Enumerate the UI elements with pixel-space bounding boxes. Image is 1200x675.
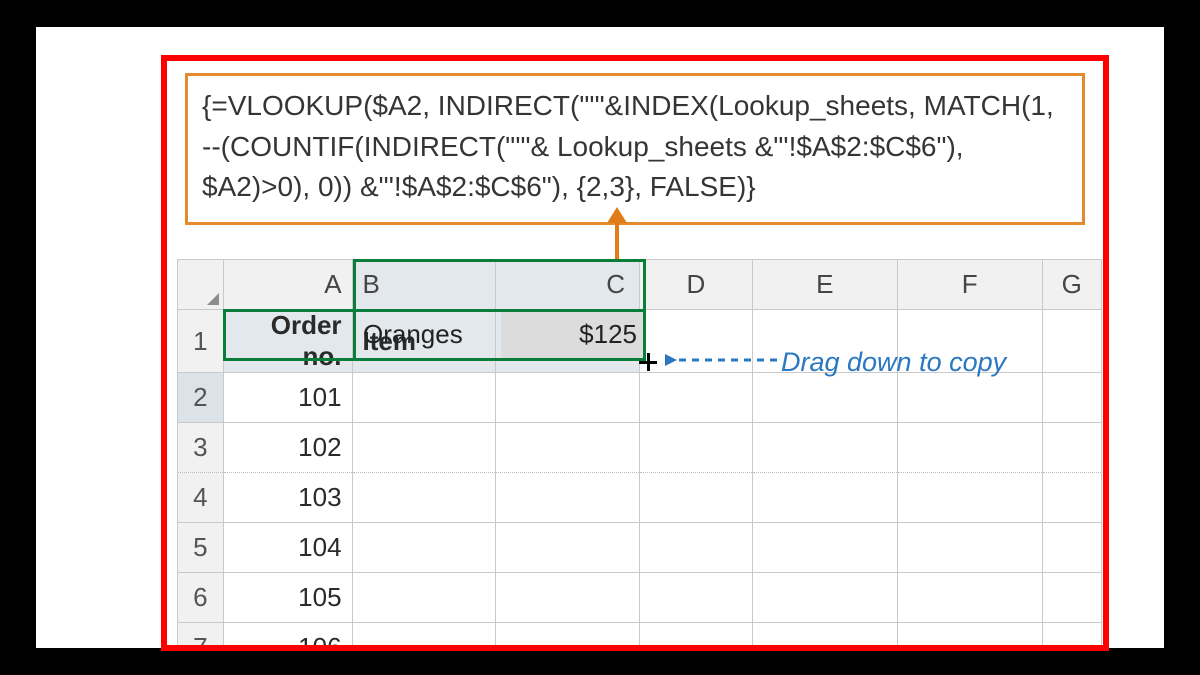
cell-D5[interactable] [639,523,752,573]
cell-E2[interactable] [752,373,897,423]
select-all-corner[interactable] [178,260,224,310]
cell-D6[interactable] [639,573,752,623]
screenshot-frame: {=VLOOKUP($A2, INDIRECT("'"&INDEX(Lookup… [161,55,1109,651]
row-3: 3 102 [178,423,1102,473]
cell-C6[interactable] [495,573,639,623]
cell-D4[interactable] [639,473,752,523]
cell-C2[interactable] [495,373,639,423]
cell-A6[interactable]: 105 [223,573,352,623]
cell-G1[interactable] [1042,310,1101,373]
row-5: 5 104 [178,523,1102,573]
row-2: 2 101 [178,373,1102,423]
row-header[interactable]: 4 [178,473,224,523]
cell-D1[interactable] [639,310,752,373]
cell-B5[interactable] [352,523,495,573]
cell-C4[interactable] [495,473,639,523]
cell-F5[interactable] [897,523,1042,573]
cell-C5[interactable] [495,523,639,573]
col-header-F[interactable]: F [897,260,1042,310]
cell-E4[interactable] [752,473,897,523]
cell-B3[interactable] [352,423,495,473]
row-header[interactable]: 1 [178,310,224,373]
cell-D7[interactable] [639,623,752,652]
formula-callout: {=VLOOKUP($A2, INDIRECT("'"&INDEX(Lookup… [185,73,1085,225]
row-header[interactable]: 7 [178,623,224,652]
cell-G5[interactable] [1042,523,1101,573]
row-6: 6 105 [178,573,1102,623]
formula-text: {=VLOOKUP($A2, INDIRECT("'"&INDEX(Lookup… [202,90,1054,202]
row-7: 7 106 [178,623,1102,652]
cell-F7[interactable] [897,623,1042,652]
cell-F2[interactable] [897,373,1042,423]
col-header-C[interactable]: C [495,260,639,310]
cell-F3[interactable] [897,423,1042,473]
drag-annotation-text: Drag down to copy [781,347,1006,378]
cell-F6[interactable] [897,573,1042,623]
cell-D3[interactable] [639,423,752,473]
row-4: 4 103 [178,473,1102,523]
cell-G2[interactable] [1042,373,1101,423]
spreadsheet-grid[interactable]: A B C D E F G 1 Order no. Item Amount [177,259,1102,651]
cell-A1[interactable]: Order no. [223,310,352,373]
row-header[interactable]: 6 [178,573,224,623]
cell-C7[interactable] [495,623,639,652]
row-header[interactable]: 2 [178,373,224,423]
col-header-B[interactable]: B [352,260,495,310]
cell-G4[interactable] [1042,473,1101,523]
col-header-G[interactable]: G [1042,260,1101,310]
cell-G3[interactable] [1042,423,1101,473]
cell-C1[interactable]: Amount [495,310,639,373]
cell-A3[interactable]: 102 [223,423,352,473]
cell-B4[interactable] [352,473,495,523]
col-header-A[interactable]: A [223,260,352,310]
col-header-E[interactable]: E [752,260,897,310]
cell-E7[interactable] [752,623,897,652]
cell-B7[interactable] [352,623,495,652]
cell-B1[interactable]: Item [352,310,495,373]
cell-B6[interactable] [352,573,495,623]
cell-A5[interactable]: 104 [223,523,352,573]
cell-C3[interactable] [495,423,639,473]
cell-A4[interactable]: 103 [223,473,352,523]
cell-E3[interactable] [752,423,897,473]
page-background: {=VLOOKUP($A2, INDIRECT("'"&INDEX(Lookup… [36,27,1164,648]
cell-D2[interactable] [639,373,752,423]
row-header[interactable]: 3 [178,423,224,473]
cell-A7[interactable]: 106 [223,623,352,652]
row-header[interactable]: 5 [178,523,224,573]
cell-F4[interactable] [897,473,1042,523]
cell-G6[interactable] [1042,573,1101,623]
cell-E5[interactable] [752,523,897,573]
column-header-row: A B C D E F G [178,260,1102,310]
cell-E6[interactable] [752,573,897,623]
cell-G7[interactable] [1042,623,1101,652]
cell-B2[interactable] [352,373,495,423]
cell-A2[interactable]: 101 [223,373,352,423]
col-header-D[interactable]: D [639,260,752,310]
